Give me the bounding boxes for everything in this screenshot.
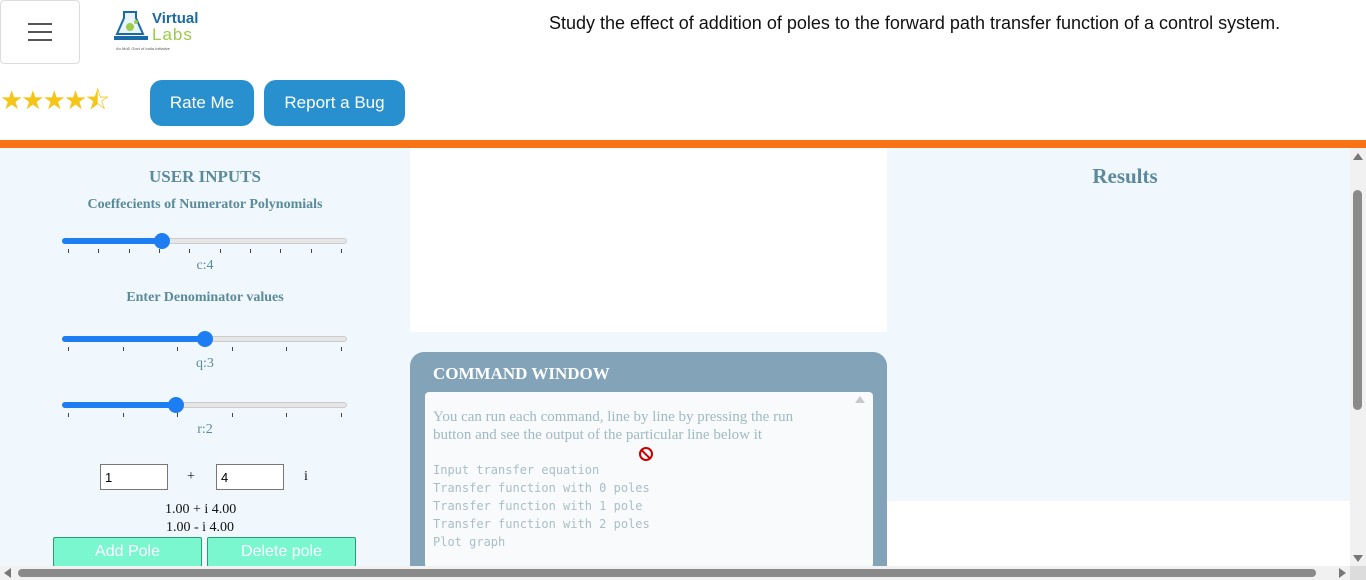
slider-r-label: r:2 [197,422,213,437]
slider-tick [159,249,160,253]
virtual-labs-logo[interactable]: Virtual Labs An MoE Govt of India Initia… [110,8,200,56]
command-window-title: COMMAND WINDOW [433,364,610,383]
logo-text-labs: Labs [152,25,193,44]
slider-tick [68,413,69,417]
slider-tick [250,249,251,253]
slider-c[interactable] [62,233,347,253]
slider-tick [219,249,221,253]
user-inputs-heading: USER INPUTS [149,167,261,186]
cmd-line-tf-0-poles[interactable]: Transfer function with 0 poles [433,481,650,495]
slider-tick [231,347,233,351]
pole-negative-value: 1.00 - i 4.00 [166,520,235,535]
slider-tick [122,413,124,417]
slider-c-thumb[interactable] [153,233,170,249]
cmd-line-input-transfer[interactable]: Input transfer equation [433,463,599,477]
slider-tick [128,249,130,253]
header: Virtual Labs An MoE Govt of India Initia… [0,0,1366,140]
slider-tick [341,413,342,417]
user-inputs-panel: USER INPUTS Coeffecients of Numerator Po… [0,148,410,568]
slider-tick [98,249,100,253]
flask-logo-icon [114,11,148,40]
rate-me-button[interactable]: Rate Me [150,80,254,126]
slider-tick [286,413,288,417]
slider-tick [68,347,69,351]
scroll-down-arrow-icon[interactable] [1353,555,1363,562]
command-window: COMMAND WINDOW You can run each command,… [410,352,887,568]
cmd-scroll-up-icon[interactable] [855,396,865,403]
logo-tagline: An MoE Govt of India Initiative [116,46,170,51]
real-part-input[interactable] [100,464,168,490]
slider-tick [310,249,312,253]
command-window-description: You can run each command, line by line b… [433,409,794,443]
slider-tick [231,413,233,417]
slider-tick [122,347,124,351]
slider-tick [68,249,69,253]
scroll-up-arrow-icon[interactable] [1353,153,1363,160]
slider-tick [177,413,179,417]
hamburger-menu-icon[interactable] [0,0,80,64]
slider-tick [189,249,191,253]
imag-part-input[interactable] [216,464,284,490]
slider-tick [341,249,342,253]
header-divider [0,140,1366,148]
slider-c-label: c:4 [196,258,214,273]
scroll-left-arrow-icon[interactable] [4,568,11,578]
add-pole-button[interactable]: Add Pole [53,537,202,567]
numerator-heading: Coeffecients of Numerator Polynomials [87,197,323,212]
slider-tick [280,249,282,253]
star-rating-icon[interactable]: ★★★★⯪ [0,82,110,126]
pole-positive-value: 1.00 + i 4.00 [165,502,237,517]
denominator-heading: Enter Denominator values [126,290,284,305]
graph-canvas [410,148,887,332]
scrollbar-corner [1350,566,1366,580]
imag-unit-label: i [304,469,308,484]
slider-q[interactable] [62,331,347,351]
plus-sign: + [187,469,195,484]
vertical-scrollbar[interactable] [1350,148,1366,566]
slider-r-thumb[interactable] [168,397,184,413]
slider-q-label: q:3 [196,356,214,371]
slider-tick [341,347,342,351]
horizontal-scroll-thumb[interactable] [18,569,1316,577]
cmd-line-tf-2-poles[interactable]: Transfer function with 2 poles [433,517,650,531]
cmd-line-tf-1-pole[interactable]: Transfer function with 1 pole [433,499,643,513]
slider-r[interactable] [62,397,347,417]
cmd-line-plot-graph[interactable]: Plot graph [433,535,505,549]
slider-q-thumb[interactable] [196,331,213,347]
command-window-body[interactable]: You can run each command, line by line b… [425,392,873,568]
results-heading: Results [1092,164,1158,188]
results-panel: Results [887,148,1350,501]
delete-pole-button[interactable]: Delete pole [207,537,356,567]
slider-tick [286,347,288,351]
not-allowed-cursor-icon [639,447,653,461]
report-bug-button[interactable]: Report a Bug [264,80,405,126]
slider-tick [177,347,179,351]
scroll-right-arrow-icon[interactable] [1339,568,1346,578]
horizontal-scrollbar[interactable] [0,566,1350,580]
vertical-scroll-thumb[interactable] [1353,190,1362,410]
page-title: Study the effect of addition of poles to… [549,13,1281,33]
